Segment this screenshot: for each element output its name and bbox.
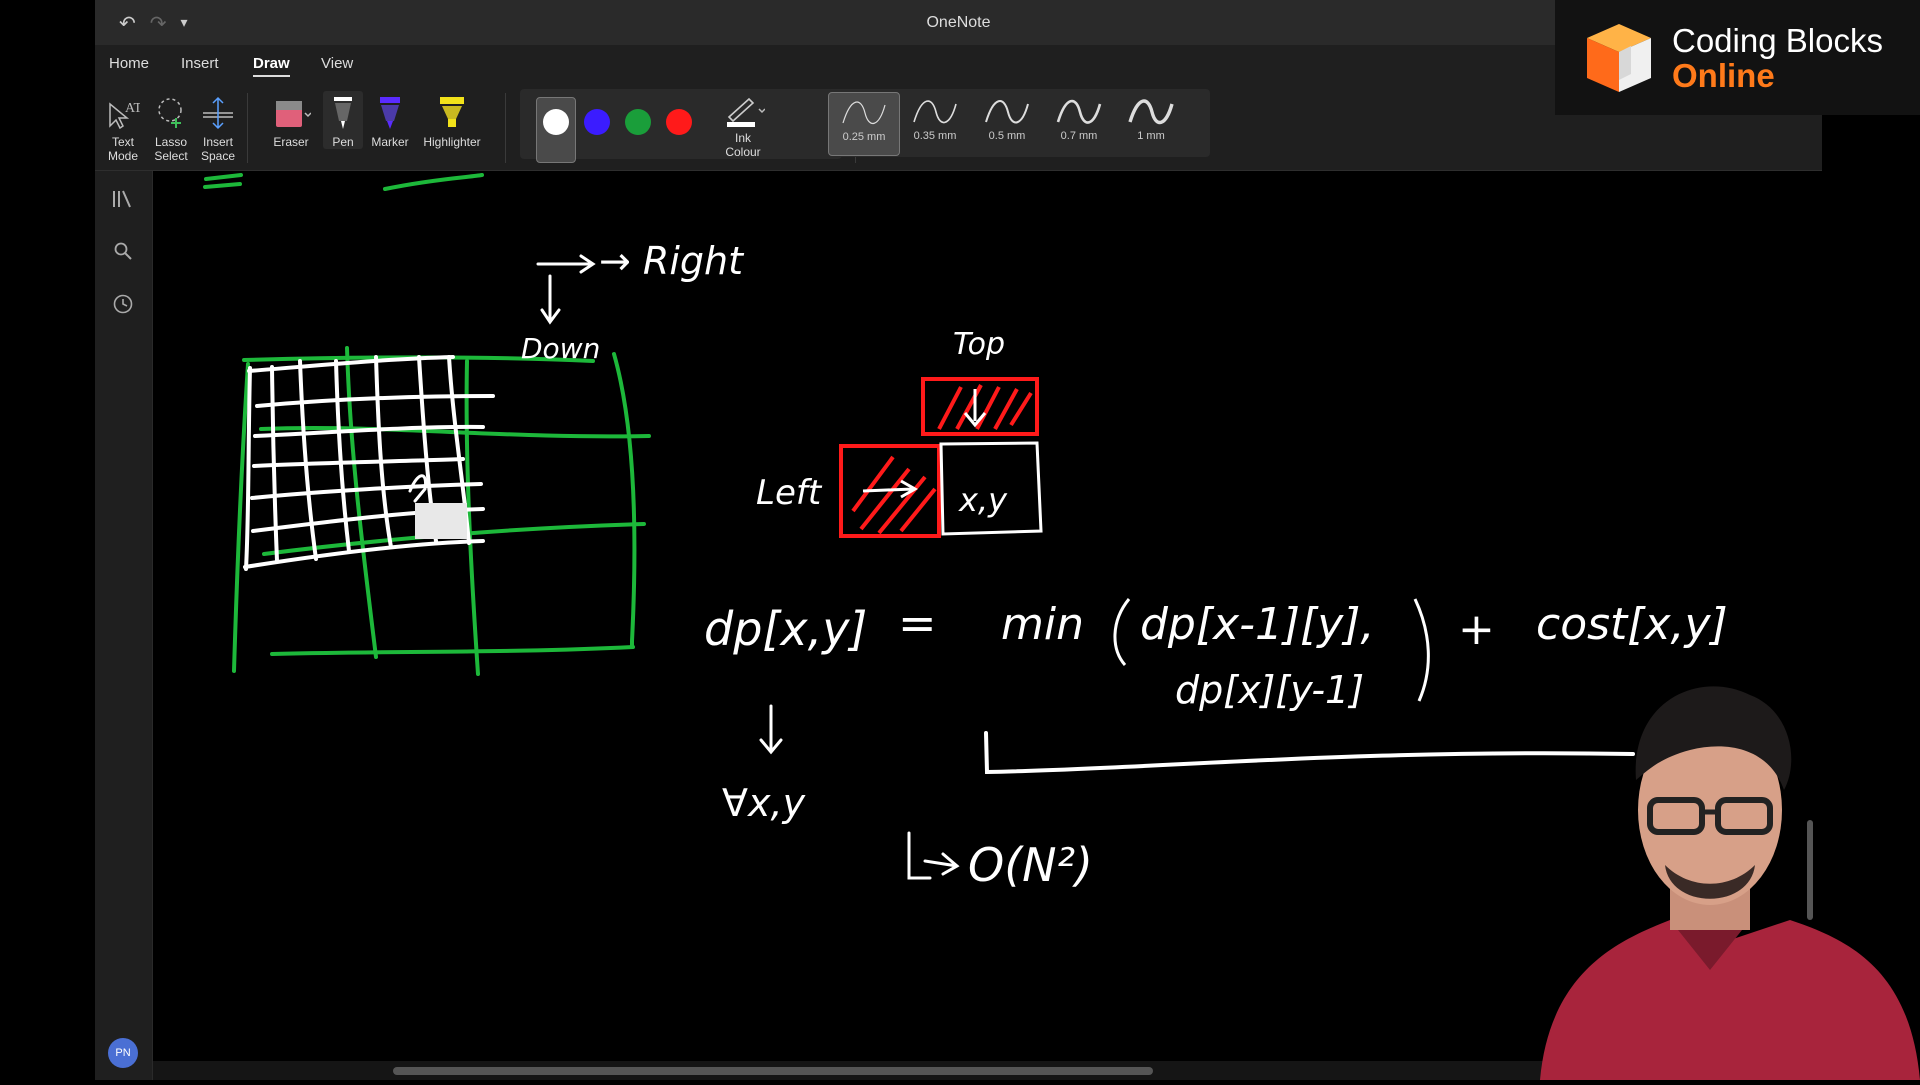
tab-view[interactable]: View <box>321 55 353 72</box>
search-icon[interactable] <box>109 237 137 265</box>
color-green-swatch[interactable] <box>625 109 651 135</box>
tab-insert[interactable]: Insert <box>181 55 219 72</box>
top-label: Top <box>953 327 1005 362</box>
text-mode-button[interactable]: AT Text Mode <box>105 91 141 163</box>
complexity-label: O(N²) <box>968 838 1093 892</box>
stroke-width-gallery: 0.25 mm 0.35 mm 0.5 mm 0.7 mm 1 mm <box>828 89 1210 157</box>
formula-term-left: dp[x][y-1] <box>1175 668 1364 712</box>
width-025-button[interactable]: 0.25 mm <box>828 92 900 156</box>
right-label: → Right <box>599 239 745 283</box>
recent-icon[interactable] <box>109 290 137 318</box>
width-07-button[interactable]: 0.7 mm <box>1044 92 1114 154</box>
green-scribble <box>203 173 484 191</box>
highlighter-icon <box>417 91 487 135</box>
presenter-image <box>1540 686 1920 1080</box>
left-label: Left <box>756 473 823 513</box>
width-05-button[interactable]: 0.5 mm <box>972 92 1042 154</box>
eraser-button[interactable]: Eraser <box>263 91 319 149</box>
stroke-curve-icon <box>842 101 886 124</box>
left-cell <box>839 444 941 538</box>
insert-space-icon <box>198 91 238 135</box>
formula-term-top: dp[x-1][y], <box>1140 599 1374 650</box>
avatar[interactable]: PN <box>108 1038 138 1068</box>
pen-button[interactable]: Pen <box>323 91 363 149</box>
highlighter-button[interactable]: Highlighter <box>417 91 487 149</box>
ribbon-separator <box>247 93 248 163</box>
notebooks-icon[interactable] <box>109 185 137 213</box>
svg-text:AT: AT <box>125 101 140 116</box>
down-label: Down <box>521 332 600 365</box>
width-1-button[interactable]: 1 mm <box>1116 92 1186 154</box>
forall-label: ∀x,y <box>722 781 806 825</box>
formula-min: min <box>1001 599 1084 650</box>
coding-blocks-logo-icon <box>1587 24 1651 92</box>
lasso-icon <box>150 91 192 135</box>
color-blue-swatch[interactable] <box>584 109 610 135</box>
formula-plus: + <box>1458 604 1495 655</box>
marker-icon <box>367 91 413 135</box>
brand-overlay: Coding Blocks Online <box>1555 0 1920 115</box>
formula-equals: = <box>898 596 937 650</box>
insert-space-button[interactable]: Insert Space <box>198 91 238 163</box>
ribbon-separator <box>505 93 506 163</box>
stroke-curve-icon <box>1056 99 1102 124</box>
tab-home[interactable]: Home <box>109 55 149 72</box>
text-mode-icon: AT <box>105 91 141 135</box>
cell-label: x,y <box>958 481 1008 519</box>
presenter-webcam <box>1500 640 1920 1080</box>
marker-button[interactable]: Marker <box>367 91 413 149</box>
brand-subtitle: Online <box>1672 57 1775 94</box>
eraser-icon <box>263 91 319 135</box>
direction-arrows <box>536 254 596 325</box>
brand-name: Coding Blocks <box>1672 22 1883 59</box>
pen-icon <box>323 91 363 135</box>
lasso-select-button[interactable]: Lasso Select <box>150 91 192 163</box>
navigation-sidebar: PN <box>95 171 153 1080</box>
stroke-curve-icon <box>913 100 957 124</box>
color-red-swatch[interactable] <box>666 109 692 135</box>
stroke-curve-icon <box>985 100 1029 124</box>
ink-colour-icon <box>718 93 768 131</box>
width-035-button[interactable]: 0.35 mm <box>900 92 970 154</box>
horizontal-scrollbar[interactable] <box>393 1067 1153 1075</box>
tab-draw[interactable]: Draw <box>253 55 290 77</box>
ink-colour-palette: Ink Colour <box>520 89 842 163</box>
color-white-swatch[interactable] <box>543 109 569 135</box>
top-cell <box>921 377 1039 436</box>
formula-lhs: dp[x,y] <box>704 602 867 656</box>
stroke-curve-icon <box>1128 99 1174 125</box>
ink-colour-button[interactable]: Ink Colour <box>718 93 768 159</box>
white-grid <box>243 355 495 571</box>
